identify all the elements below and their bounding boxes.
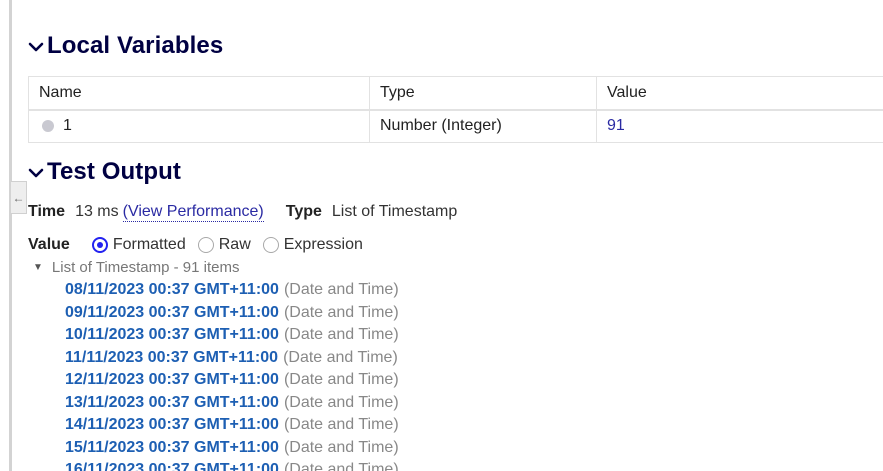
timestamp-type: (Date and Time) [283,326,399,343]
timestamp-type: (Date and Time) [283,461,399,471]
triangle-down-icon: ▼ [33,262,43,273]
list-item: 12/11/2023 00:37 GMT+11:00 (Date and Time… [65,369,399,392]
timestamp-type: (Date and Time) [283,416,399,433]
timestamp-value: 15/11/2023 00:37 GMT+11:00 [65,438,279,456]
list-item: 13/11/2023 00:37 GMT+11:00 (Date and Time… [65,392,399,415]
timestamp-value: 14/11/2023 00:37 GMT+11:00 [65,416,279,433]
list-item: 11/11/2023 00:37 GMT+11:00 (Date and Time… [65,347,399,370]
test-output-section-toggle[interactable]: Test Output [28,158,181,186]
variable-value-cell[interactable]: 91 [596,109,883,143]
list-item: 15/11/2023 00:37 GMT+11:00 (Date and Time… [65,437,399,460]
timestamp-value: 08/11/2023 00:37 GMT+11:00 [65,281,279,298]
variable-status-dot-icon [42,120,54,133]
column-header-type[interactable]: Type [369,76,597,111]
local-variables-section-toggle[interactable]: Local Variables [28,32,223,60]
left-pane-divider[interactable] [9,0,12,471]
type-label: Type [285,203,322,220]
radio-label-expression: Expression [283,236,363,253]
column-header-name[interactable]: Name [28,76,370,111]
variable-name: 1 [63,117,72,135]
output-meta-row: Time 13 ms (View Performance) Type List … [28,203,457,222]
format-radio-formatted[interactable]: Formatted [91,236,186,254]
radio-selected-icon [91,237,108,253]
view-performance-link[interactable]: (View Performance) [122,203,264,222]
timestamp-value: 13/11/2023 00:37 GMT+11:00 [65,393,279,411]
value-label: Value [28,236,70,253]
column-header-value[interactable]: Value [596,76,883,111]
list-item: 16/11/2023 00:37 GMT+11:00 (Date and Time… [65,459,399,471]
list-item: 10/11/2023 00:37 GMT+11:00 (Date and Time… [65,324,399,347]
timestamp-value: 09/11/2023 00:37 GMT+11:00 [65,303,279,321]
time-label: Time [28,203,66,220]
radio-unselected-icon [262,237,279,253]
table-row: 1 Number (Integer) 91 [28,109,883,143]
timestamp-value: 16/11/2023 00:37 GMT+11:00 [65,461,279,471]
expression-test-panel: ← Local Variables Name Type Value 1 Numb… [0,0,883,471]
list-tree-toggle[interactable]: ▼ List of Timestamp - 91 items [33,259,239,276]
grid-header-row: Name Type Value [28,76,883,111]
radio-unselected-icon [197,237,214,253]
time-value: 13 ms [75,203,119,220]
timestamp-list: 08/11/2023 00:37 GMT+11:00 (Date and Time… [65,279,399,471]
radio-label-raw: Raw [218,236,251,253]
list-item: 08/11/2023 00:37 GMT+11:00 (Date and Time… [65,279,399,302]
list-item: 09/11/2023 00:37 GMT+11:00 (Date and Time… [65,302,399,325]
collapse-pane-button[interactable]: ← [11,181,27,214]
value-format-row: Value Formatted Raw Expression [28,236,375,254]
timestamp-value: 11/11/2023 00:37 GMT+11:00 [65,348,279,366]
local-variables-title: Local Variables [47,32,224,59]
variable-name-cell: 1 [28,109,370,143]
timestamp-type: (Date and Time) [283,393,399,411]
timestamp-value: 12/11/2023 00:37 GMT+11:00 [65,371,279,388]
test-output-title: Test Output [47,158,181,185]
timestamp-value: 10/11/2023 00:37 GMT+11:00 [65,326,279,343]
timestamp-type: (Date and Time) [283,281,399,298]
variable-type-cell: Number (Integer) [369,109,597,143]
radio-label-formatted: Formatted [112,236,186,253]
arrow-left-icon: ← [12,190,25,205]
list-summary: List of Timestamp - 91 items [51,259,240,276]
local-variables-grid: Name Type Value 1 Number (Integer) 91 [28,76,883,143]
timestamp-type: (Date and Time) [283,348,398,366]
format-radio-expression[interactable]: Expression [262,236,363,254]
list-item: 14/11/2023 00:37 GMT+11:00 (Date and Time… [65,414,399,437]
chevron-down-icon [28,42,44,52]
type-value: List of Timestamp [331,203,458,220]
timestamp-type: (Date and Time) [283,438,399,456]
timestamp-type: (Date and Time) [283,371,399,388]
timestamp-type: (Date and Time) [283,303,399,321]
chevron-down-icon [28,168,44,178]
format-radio-raw[interactable]: Raw [197,236,251,254]
